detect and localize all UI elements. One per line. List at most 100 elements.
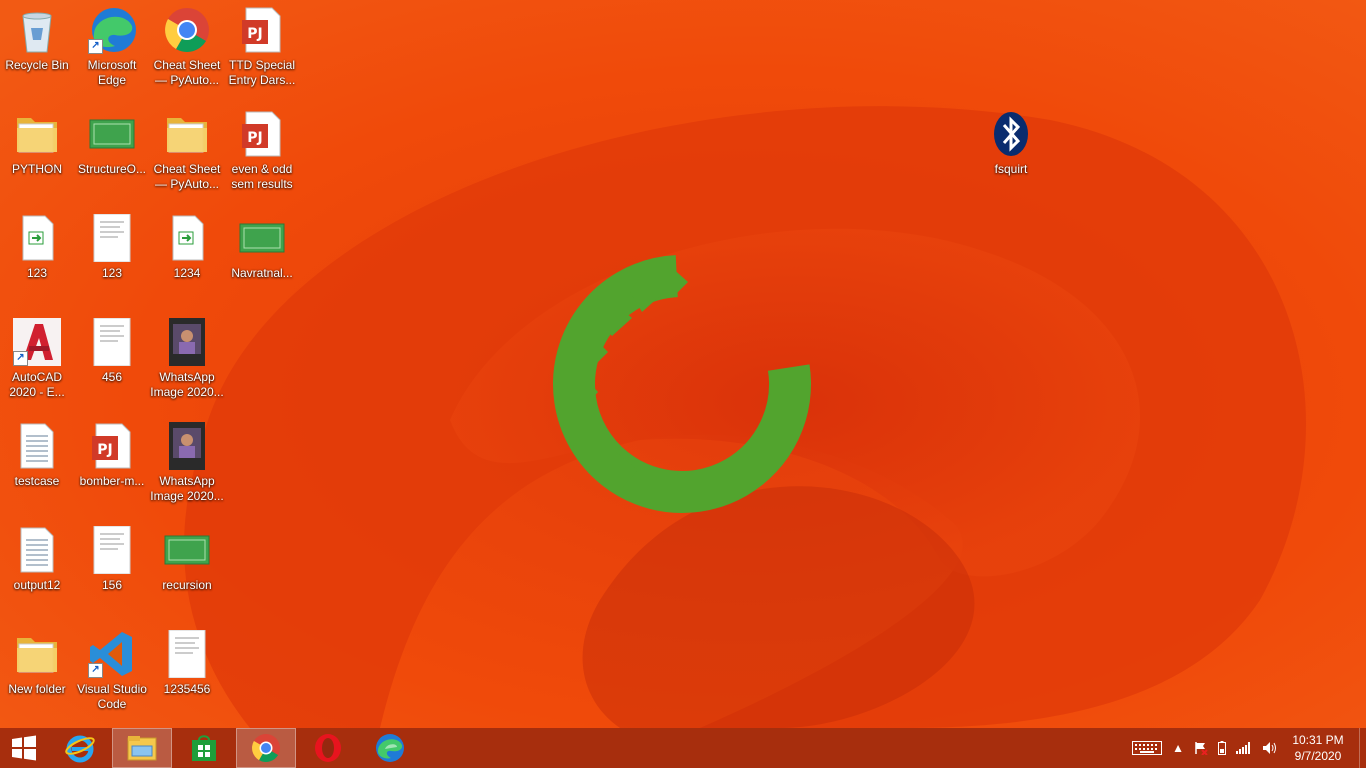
pdf-icon: PJ xyxy=(238,110,286,158)
edge-icon: ↗ xyxy=(88,6,136,54)
desktop-icon-label: testcase xyxy=(14,474,60,488)
desktop-icon-even-odd-sem-results[interactable]: PJ even & odd sem results xyxy=(225,104,299,204)
file-icon xyxy=(13,214,61,262)
clock[interactable]: 10:31 PM 9/7/2020 xyxy=(1283,732,1353,764)
desktop-icon-label: 456 xyxy=(101,370,123,384)
desktop-icon-whatsapp-image-2020[interactable]: WhatsApp Image 2020... xyxy=(150,416,224,516)
vscode-icon: ↗ xyxy=(88,630,136,678)
desktop-icon-navratnal[interactable]: Navratnal... xyxy=(225,208,299,308)
desktop-icon-123[interactable]: 123 xyxy=(75,208,149,308)
image-icon xyxy=(88,110,136,158)
desktop-icon-123[interactable]: 123 xyxy=(0,208,74,308)
desktop-icon-fsquirt[interactable]: fsquirt xyxy=(974,104,1048,204)
desktop-icon-structureo[interactable]: StructureO... xyxy=(75,104,149,204)
image-icon xyxy=(238,214,286,262)
desktop-icon-label: TTD Special Entry Dars... xyxy=(228,58,296,87)
desktop-icon-label: 1235456 xyxy=(163,682,211,696)
text-file-icon xyxy=(13,526,61,574)
start-button[interactable] xyxy=(0,728,48,768)
document-thumb-icon xyxy=(163,629,211,679)
chevron-up-icon[interactable]: ▲ xyxy=(1172,741,1184,755)
desktop-icon-label: 123 xyxy=(26,266,48,280)
desktop-icon-label: Microsoft Edge xyxy=(87,58,137,87)
taskbar-opera[interactable] xyxy=(298,728,358,768)
desktop-icon-recursion[interactable]: recursion xyxy=(150,520,224,620)
desktop-icon-label: Visual Studio Code xyxy=(77,682,147,711)
pdf-icon: PJ xyxy=(238,6,286,54)
taskbar-internet-explorer[interactable] xyxy=(50,728,110,768)
svg-text:PJ: PJ xyxy=(97,442,112,458)
desktop-icon-456[interactable]: 456 xyxy=(75,312,149,412)
desktop-icon-label: 1234 xyxy=(173,266,201,280)
chrome-icon xyxy=(163,6,211,54)
show-desktop-button[interactable] xyxy=(1359,728,1366,768)
photo-icon xyxy=(163,422,211,470)
desktop-icon-bomber-m[interactable]: PJ bomber-m... xyxy=(75,416,149,516)
desktop-icon-label: WhatsApp Image 2020... xyxy=(150,370,224,399)
windows-start-icon xyxy=(12,735,36,761)
store-icon xyxy=(192,735,216,761)
desktop-icon-new-folder[interactable]: New folder xyxy=(0,624,74,724)
desktop-icon-label: Recycle Bin xyxy=(5,58,69,72)
recycle-bin-icon xyxy=(13,6,61,54)
document-thumb-icon xyxy=(88,317,136,367)
desktop-icon-autocad-2020-e[interactable]: ↗ AutoCAD 2020 - E... xyxy=(0,312,74,412)
internet-explorer-icon xyxy=(65,735,95,763)
desktop-icon-label: even & odd sem results xyxy=(231,162,293,191)
desktop-icon-cheat-sheet-pyauto[interactable]: Cheat Sheet — PyAuto... xyxy=(150,0,224,100)
desktop-icon-cheat-sheet-pyauto[interactable]: Cheat Sheet — PyAuto... xyxy=(150,104,224,204)
keyboard-icon[interactable] xyxy=(1132,741,1163,755)
desktop-icon-visual-studio-code[interactable]: ↗ Visual Studio Code xyxy=(75,624,149,724)
desktop-icon-label: PYTHON xyxy=(11,162,62,176)
desktop-icon-label: recursion xyxy=(162,578,212,592)
desktop-icon-whatsapp-image-2020[interactable]: WhatsApp Image 2020... xyxy=(150,312,224,412)
autocad-icon: ↗ xyxy=(13,318,61,366)
folder-icon xyxy=(13,110,61,158)
desktop-icon-ttd-special-entry-dars[interactable]: PJ TTD Special Entry Dars... xyxy=(225,0,299,100)
file-explorer-icon xyxy=(127,736,157,761)
desktop-icon-python[interactable]: PYTHON xyxy=(0,104,74,204)
clock-date: 9/7/2020 xyxy=(1294,749,1342,763)
anaconda-logo xyxy=(553,255,811,513)
desktop-icon-label: StructureO... xyxy=(77,162,147,176)
volume-icon[interactable] xyxy=(1262,741,1278,755)
desktop-icon-label: New folder xyxy=(8,682,66,696)
action-center-flag-icon[interactable] xyxy=(1194,741,1208,755)
taskbar-store[interactable] xyxy=(174,728,234,768)
signal-icon[interactable] xyxy=(1236,742,1252,754)
desktop-icon-label: WhatsApp Image 2020... xyxy=(150,474,224,503)
desktop-icon-output12[interactable]: output12 xyxy=(0,520,74,620)
taskbar-file-explorer[interactable] xyxy=(112,728,172,768)
desktop-icon-label: 156 xyxy=(101,578,123,592)
chrome-icon xyxy=(252,734,280,762)
desktop-icon-label: Navratnal... xyxy=(231,266,293,280)
desktop-icon-label: fsquirt xyxy=(994,162,1028,176)
svg-text:PJ: PJ xyxy=(247,130,262,146)
edge-icon xyxy=(376,734,404,762)
desktop-icon-microsoft-edge[interactable]: ↗ Microsoft Edge xyxy=(75,0,149,100)
image-icon xyxy=(163,526,211,574)
desktop-icon-label: output12 xyxy=(13,578,61,592)
desktop-icon-label: AutoCAD 2020 - E... xyxy=(9,370,65,399)
text-file-icon xyxy=(13,422,61,470)
desktop-icon-label: 123 xyxy=(101,266,123,280)
folder-icon xyxy=(163,110,211,158)
document-thumb-icon xyxy=(88,525,136,575)
desktop-icon-label: Cheat Sheet — PyAuto... xyxy=(153,162,221,191)
opera-icon xyxy=(315,734,341,762)
bluetooth-icon xyxy=(987,110,1035,158)
desktop-icon-156[interactable]: 156 xyxy=(75,520,149,620)
taskbar-chrome[interactable] xyxy=(236,728,296,768)
taskbar-edge[interactable] xyxy=(360,728,420,768)
file-icon xyxy=(163,214,211,262)
taskbar: ▲ 10:31 PM 9/7/2020 xyxy=(0,728,1366,768)
desktop-icon-testcase[interactable]: testcase xyxy=(0,416,74,516)
folder-icon xyxy=(13,630,61,678)
desktop-icon-recycle-bin[interactable]: Recycle Bin xyxy=(0,0,74,100)
svg-text:PJ: PJ xyxy=(247,26,262,42)
desktop-icon-1234[interactable]: 1234 xyxy=(150,208,224,308)
desktop-icon-label: bomber-m... xyxy=(79,474,145,488)
desktop-icon-1235456[interactable]: 1235456 xyxy=(150,624,224,724)
battery-icon[interactable] xyxy=(1218,741,1226,755)
photo-icon xyxy=(163,318,211,366)
